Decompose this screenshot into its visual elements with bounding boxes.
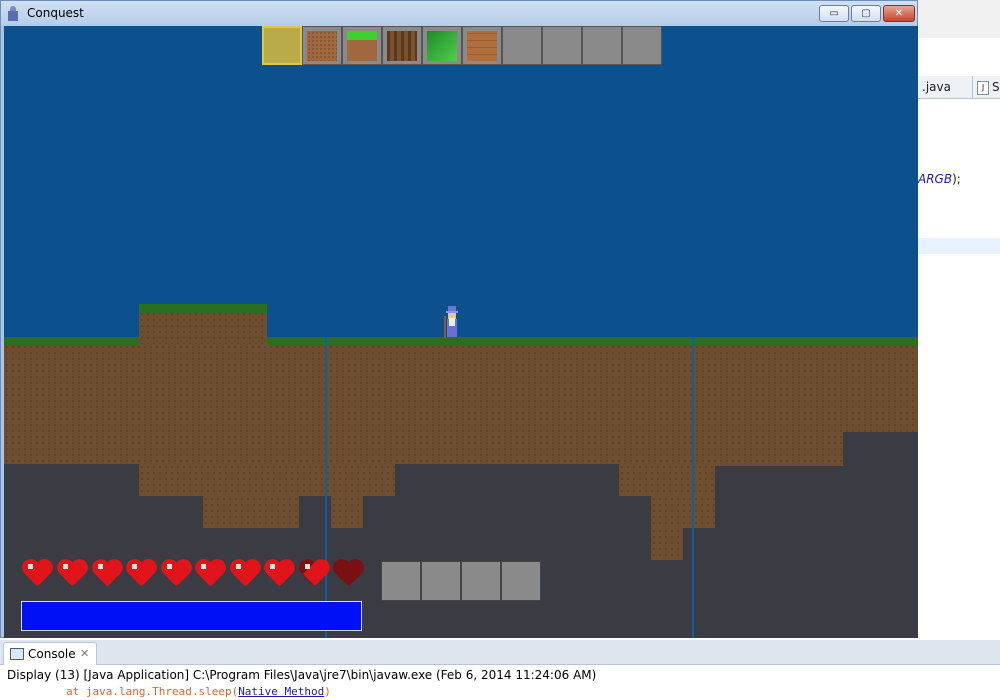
game-canvas[interactable] bbox=[4, 26, 918, 638]
health-bar bbox=[21, 560, 366, 592]
dirt-column bbox=[203, 496, 299, 528]
window-titlebar[interactable]: Conquest ▭ ▢ ✕ bbox=[1, 1, 917, 26]
dirt-column bbox=[331, 496, 363, 528]
heart-full-icon bbox=[125, 560, 157, 590]
editor-tab-java[interactable]: .java bbox=[918, 76, 973, 98]
heart-empty-icon bbox=[332, 560, 364, 590]
trace-text-end: ) bbox=[324, 685, 331, 698]
ide-editor bbox=[918, 38, 1000, 638]
divider-line bbox=[692, 337, 694, 638]
dirt-column bbox=[651, 528, 683, 560]
hotbar-slot-selected[interactable] bbox=[262, 26, 302, 65]
wizard-app-icon bbox=[7, 6, 19, 21]
heart-half-icon bbox=[298, 560, 330, 590]
maximize-icon: ▢ bbox=[861, 8, 871, 19]
mana-bar bbox=[21, 601, 362, 631]
dirt-column bbox=[651, 496, 715, 528]
trace-link[interactable]: Native Method bbox=[238, 685, 324, 698]
inventory-slot[interactable] bbox=[381, 561, 421, 601]
trace-text: at java.lang.Thread.sleep( bbox=[66, 685, 239, 698]
inventory-slot[interactable] bbox=[421, 561, 461, 601]
java-file-icon: J bbox=[977, 80, 989, 95]
editor-tab-label: .java bbox=[922, 80, 951, 94]
code-punct: ); bbox=[952, 172, 961, 186]
grass-layer bbox=[267, 337, 918, 346]
console-tabbar: Console ✕ bbox=[0, 640, 1000, 665]
code-line: ARGB); bbox=[918, 172, 961, 186]
heart-full-icon bbox=[21, 560, 53, 590]
close-icon[interactable]: ✕ bbox=[80, 643, 89, 665]
cave-ledge bbox=[843, 432, 918, 464]
heart-full-icon bbox=[91, 560, 123, 590]
inventory-slot[interactable] bbox=[461, 561, 501, 601]
hotbar-slot-wood[interactable] bbox=[382, 26, 422, 65]
inventory-bar bbox=[381, 561, 541, 601]
console-tab[interactable]: Console ✕ bbox=[3, 642, 97, 665]
minimize-button[interactable]: ▭ bbox=[819, 5, 849, 22]
hotbar-slot-plank[interactable] bbox=[462, 26, 502, 65]
close-icon: ✕ bbox=[894, 8, 904, 19]
player-wizard bbox=[444, 306, 460, 338]
ide-editor-tabs: .java JS bbox=[918, 76, 1000, 99]
grass-layer bbox=[139, 304, 267, 313]
close-button[interactable]: ✕ bbox=[883, 5, 915, 22]
console-icon bbox=[10, 648, 24, 660]
wood-log-icon bbox=[387, 31, 417, 61]
grass-block-icon bbox=[347, 31, 377, 61]
window-title: Conquest bbox=[27, 6, 84, 20]
dirt-hill bbox=[139, 311, 267, 344]
block-hotbar bbox=[262, 26, 662, 65]
editor-tab-second[interactable]: JS bbox=[974, 76, 1000, 98]
code-constant: ARGB bbox=[918, 172, 953, 186]
dirt-block-icon bbox=[307, 31, 337, 61]
dirt-column bbox=[331, 464, 395, 496]
current-line-highlight bbox=[918, 238, 1000, 254]
hotbar-slot-empty[interactable] bbox=[542, 26, 582, 65]
grass-layer bbox=[4, 337, 139, 346]
hotbar-slot-empty[interactable] bbox=[582, 26, 622, 65]
wood-plank-icon bbox=[467, 31, 497, 61]
heart-full-icon bbox=[194, 560, 226, 590]
dirt-column bbox=[715, 464, 843, 466]
hotbar-slot-leaves[interactable] bbox=[422, 26, 462, 65]
heart-full-icon bbox=[263, 560, 295, 590]
hotbar-slot-dirt[interactable] bbox=[302, 26, 342, 65]
minimize-icon: ▭ bbox=[829, 8, 839, 19]
hotbar-slot-grass[interactable] bbox=[342, 26, 382, 65]
console-view: Console ✕ Display (13) [Java Application… bbox=[0, 640, 1000, 700]
console-stack-trace-line: at java.lang.Thread.sleep(Native Method) bbox=[66, 685, 331, 698]
maximize-button[interactable]: ▢ bbox=[851, 5, 881, 22]
heart-full-icon bbox=[160, 560, 192, 590]
game-window: Conquest ▭ ▢ ✕ bbox=[0, 0, 918, 638]
console-tab-label: Console bbox=[28, 647, 76, 661]
divider-line bbox=[325, 337, 327, 638]
dirt-column bbox=[619, 464, 715, 496]
console-process-description: Display (13) [Java Application] C:\Progr… bbox=[7, 668, 597, 682]
leaves-block-icon bbox=[427, 31, 457, 61]
heart-full-icon bbox=[229, 560, 261, 590]
inventory-slot[interactable] bbox=[501, 561, 541, 601]
hotbar-slot-empty[interactable] bbox=[622, 26, 662, 65]
dirt-terrain bbox=[4, 344, 918, 464]
heart-full-icon bbox=[56, 560, 88, 590]
editor-tab-label: S bbox=[992, 80, 1000, 94]
dirt-column bbox=[139, 464, 331, 496]
hotbar-slot-empty[interactable] bbox=[502, 26, 542, 65]
